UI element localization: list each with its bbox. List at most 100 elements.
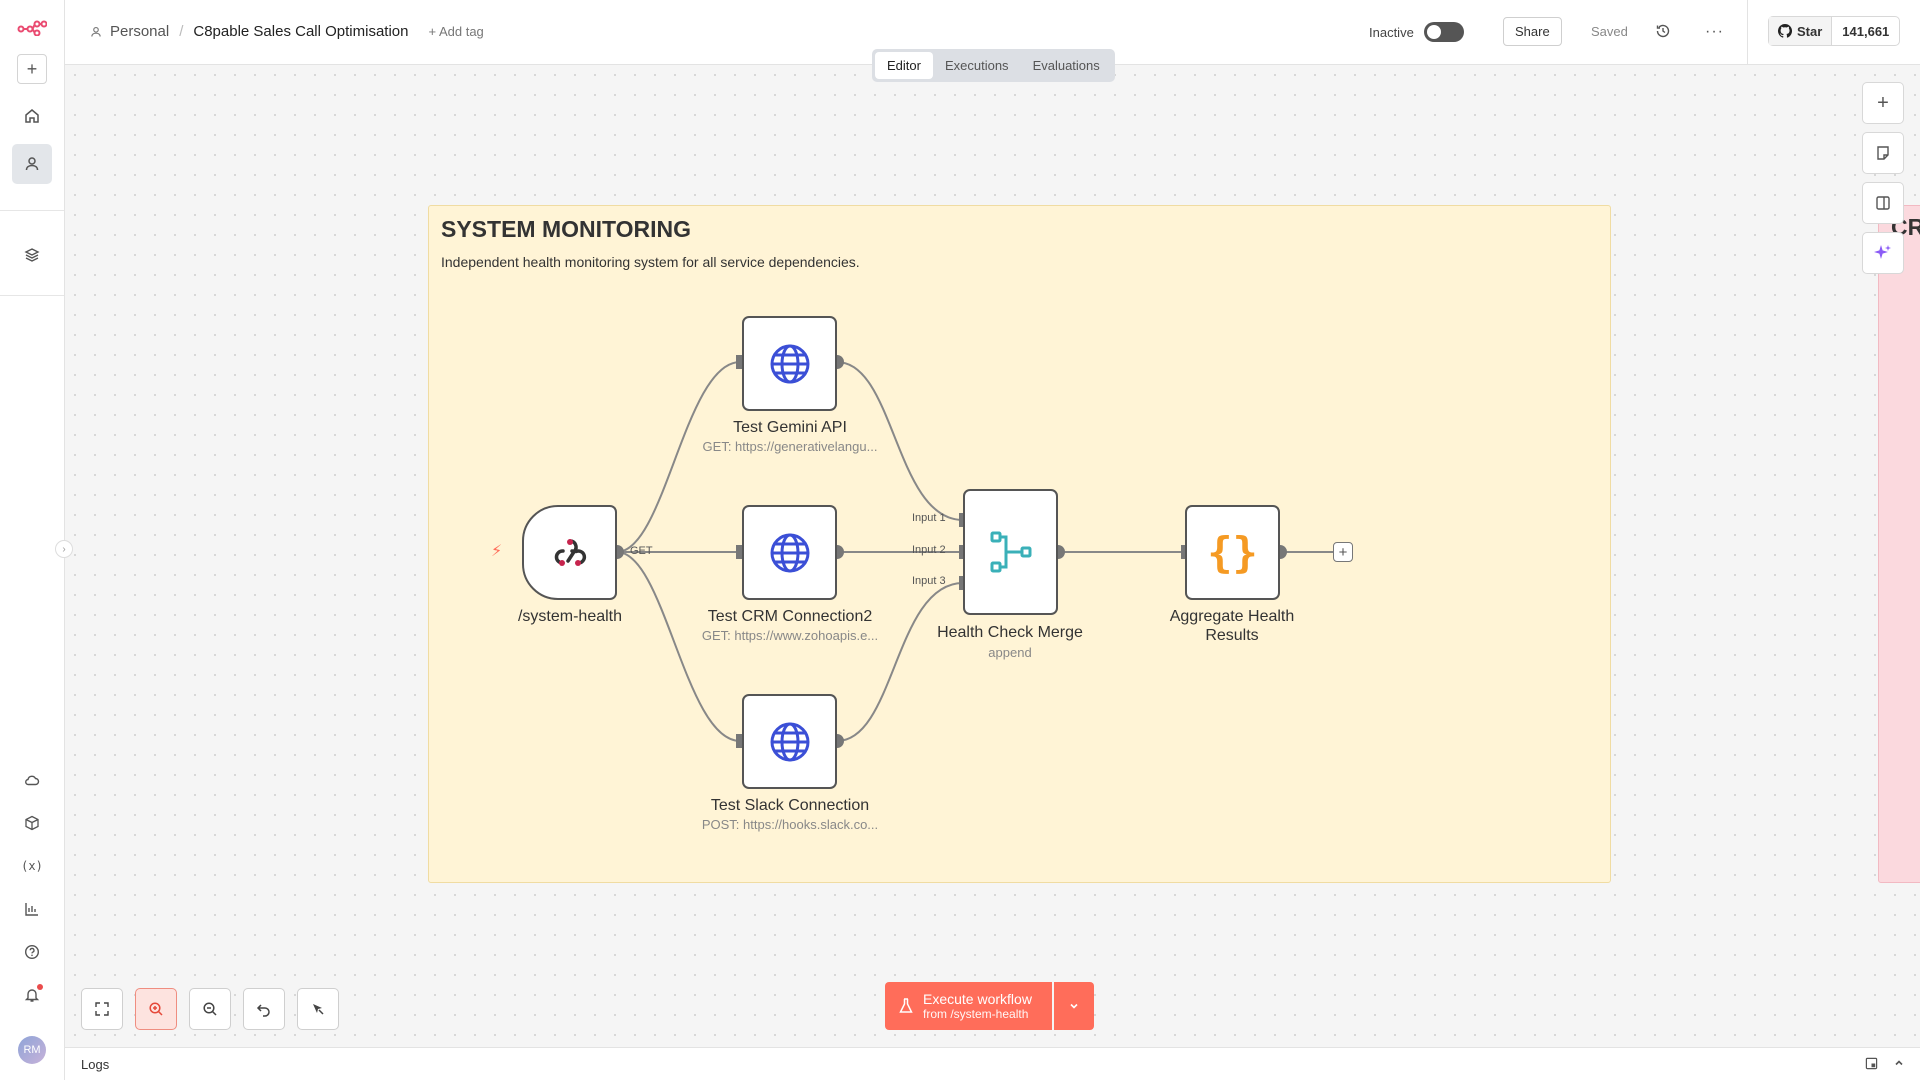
tab-executions[interactable]: Executions [933, 52, 1021, 79]
zoom-in-icon [149, 1002, 163, 1016]
node-test-crm-connection[interactable] [742, 505, 837, 600]
variables-button[interactable]: (x) [12, 846, 52, 886]
n8n-logo-icon[interactable] [12, 8, 52, 48]
active-toggle[interactable] [1423, 22, 1464, 42]
globe-icon [770, 344, 809, 383]
notification-dot [37, 984, 43, 990]
breadcrumb-separator: / [179, 23, 184, 40]
status-label: Inactive [1369, 24, 1414, 40]
logs-panel-bar[interactable]: Logs [65, 1047, 1920, 1080]
chevron-up-icon[interactable] [1893, 1057, 1905, 1072]
node-webhook-trigger[interactable] [522, 505, 617, 600]
trigger-method-label: GET [630, 545, 653, 557]
bar-chart-icon [25, 903, 38, 916]
node-label-crm: Test CRM Connection2 [707, 608, 873, 625]
merge-input-3-label: Input 3 [912, 575, 946, 587]
code-braces-icon: {} [1207, 528, 1258, 577]
more-options-button[interactable]: ··· [1705, 23, 1724, 41]
globe-icon [770, 533, 809, 572]
github-star-button[interactable]: Star 141,661 [1768, 16, 1901, 46]
wand-icon [313, 1004, 324, 1015]
create-new-button[interactable]: + [17, 54, 47, 84]
toggle-panel-button[interactable] [1862, 182, 1904, 224]
fit-view-icon [95, 1002, 109, 1016]
github-star-count: 141,661 [1842, 23, 1890, 39]
notifications-button[interactable] [12, 975, 52, 1015]
node-label-trigger: /system-health [517, 608, 623, 625]
insights-button[interactable] [12, 889, 52, 929]
personal-button[interactable] [12, 144, 52, 184]
plus-icon: + [1877, 91, 1889, 114]
node-sub-gemini: GET: https://generativelangu... [702, 439, 878, 454]
chevron-right-icon: › [62, 543, 66, 555]
execute-options-dropdown[interactable] [1053, 982, 1094, 1030]
tab-evaluations[interactable]: Evaluations [1021, 52, 1112, 79]
history-button[interactable] [1655, 23, 1671, 39]
logs-label: Logs [81, 1057, 110, 1072]
fit-view-button[interactable] [81, 988, 123, 1030]
edge-trigger-slack [616, 551, 741, 742]
chevron-down-icon [1070, 1003, 1078, 1009]
help-icon [24, 944, 40, 960]
sidebar-divider [0, 210, 64, 211]
execute-workflow-button[interactable]: Execute workflow from /system-health [885, 982, 1052, 1030]
templates-button[interactable] [12, 803, 52, 843]
plus-icon: + [1338, 543, 1348, 561]
node-label-merge: Health Check Merge [937, 624, 1083, 641]
cloud-icon [25, 775, 40, 786]
home-button[interactable] [12, 96, 52, 136]
zoom-out-icon [203, 1002, 217, 1016]
view-tabs: Editor Executions Evaluations [872, 49, 1115, 82]
github-icon [1778, 24, 1792, 38]
undo-button[interactable] [243, 988, 285, 1030]
pop-out-icon[interactable] [1865, 1057, 1878, 1073]
layers-icon [24, 248, 40, 262]
node-test-slack-connection[interactable] [742, 694, 837, 789]
history-icon [1656, 24, 1670, 38]
cloud-button[interactable] [12, 760, 52, 800]
more-horizontal-icon: ··· [1705, 23, 1724, 40]
zoom-in-button[interactable] [135, 988, 177, 1030]
share-button[interactable]: Share [1503, 17, 1562, 46]
zoom-out-button[interactable] [189, 988, 231, 1030]
tab-editor[interactable]: Editor [875, 52, 933, 79]
workflow-title[interactable]: C8pable Sales Call Optimisation [193, 23, 408, 40]
webhook-icon [554, 538, 586, 566]
breadcrumb: Personal / C8pable Sales Call Optimisati… [90, 23, 484, 40]
tidy-up-button[interactable] [297, 988, 339, 1030]
merge-icon [990, 531, 1031, 573]
breadcrumb-project[interactable]: Personal [110, 23, 169, 40]
ai-assistant-button[interactable] [1862, 232, 1904, 274]
trigger-bolt-icon: ⚡ [491, 543, 503, 560]
github-star-label: Star [1797, 23, 1823, 39]
node-aggregate-health-results[interactable]: {} [1185, 505, 1280, 600]
execute-workflow-label: Execute workflow [923, 991, 1032, 1007]
header-divider [1747, 0, 1748, 64]
execute-workflow-group: Execute workflow from /system-health [885, 982, 1094, 1030]
node-sub-slack: POST: https://hooks.slack.co... [701, 817, 879, 832]
node-test-gemini-api[interactable] [742, 316, 837, 411]
node-label-gemini: Test Gemini API [733, 419, 847, 436]
add-sticky-button[interactable] [1862, 132, 1904, 174]
globe-icon [770, 722, 809, 761]
add-node-after-button[interactable]: + [1333, 542, 1353, 562]
home-icon [25, 109, 39, 123]
add-node-button[interactable]: + [1862, 82, 1904, 124]
add-tag-button[interactable]: + Add tag [428, 24, 483, 39]
help-button[interactable] [12, 932, 52, 972]
merge-input-2-label: Input 2 [912, 544, 946, 556]
node-label-slack: Test Slack Connection [710, 797, 870, 814]
avatar[interactable]: RM [18, 1036, 46, 1064]
saved-status: Saved [1591, 24, 1628, 39]
left-sidebar: + (x) RM [0, 0, 65, 1080]
execute-from-label: from /system-health [923, 1007, 1029, 1021]
projects-button[interactable] [12, 235, 52, 275]
flask-icon [899, 998, 913, 1013]
node-health-check-merge[interactable] [963, 489, 1058, 615]
node-sub-crm: GET: https://www.zohoapis.e... [701, 628, 879, 643]
expand-sidebar-button[interactable]: › [55, 540, 73, 558]
node-sub-merge: append [988, 645, 1032, 660]
user-icon [25, 157, 39, 171]
workflow-canvas[interactable]: SYSTEM MONITORING Independent health mon… [65, 65, 1920, 1047]
package-icon [25, 815, 39, 831]
